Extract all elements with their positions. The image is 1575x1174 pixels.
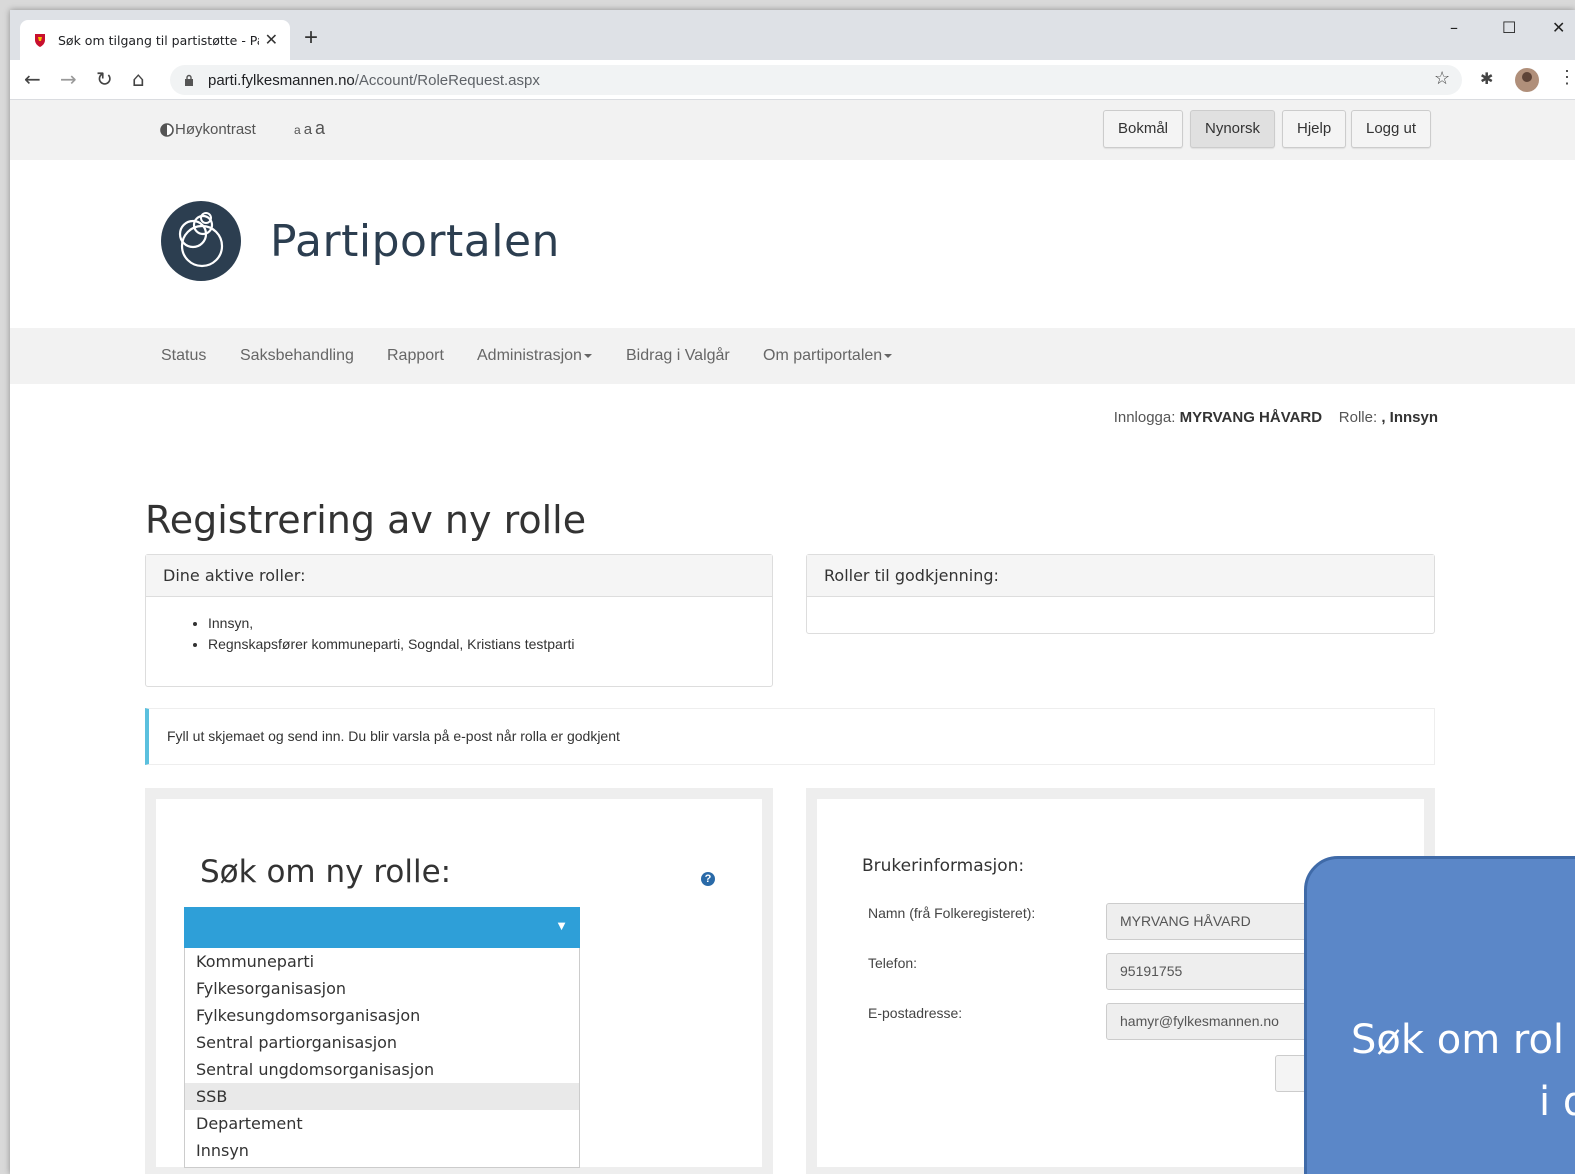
pending-roles-heading: Roller til godkjenning: [807, 555, 1434, 597]
nav-item-administrasjon-label: Administrasjon [477, 347, 582, 364]
reload-icon[interactable]: ↻ [96, 66, 113, 92]
new-tab-icon[interactable]: + [304, 24, 318, 52]
browser-tab[interactable]: Søk om tilgang til partistøtte - Pa ✕ [20, 20, 290, 60]
tab-strip: Søk om tilgang til partistøtte - Pa ✕ + … [10, 10, 1575, 60]
help-button[interactable]: Hjelp [1282, 110, 1347, 148]
nav-item-administrasjon[interactable]: Administrasjon [477, 347, 592, 365]
nynorsk-button[interactable]: Nynorsk [1190, 110, 1276, 148]
callout-shape: Søk om rol i d [1304, 856, 1575, 1174]
lock-icon [185, 74, 193, 86]
page-title: Registrering av ny rolle [145, 498, 587, 542]
nav-item-rapport[interactable]: Rapport [387, 347, 444, 365]
browser-window: Søk om tilgang til partistøtte - Pa ✕ + … [10, 10, 1575, 1174]
option-ssb[interactable]: SSB [185, 1083, 579, 1110]
main-nav: Status Saksbehandling Rapport Administra… [10, 328, 1575, 384]
font-size-large[interactable]: a [315, 118, 325, 138]
address-bar[interactable]: parti.fylkesmannen.no/Account/RoleReques… [170, 65, 1462, 95]
contrast-icon [160, 122, 174, 137]
font-size-medium[interactable]: a [304, 121, 312, 138]
partiportalen-logo-icon [161, 201, 241, 281]
minimize-icon[interactable]: – [1450, 18, 1458, 37]
home-icon[interactable]: ⌂ [132, 66, 145, 92]
option-fylkesorganisasjon[interactable]: Fylkesorganisasjon [185, 975, 579, 1002]
info-alert: Fyll ut skjemaet og send inn. Du blir va… [145, 708, 1435, 765]
nav-item-bidrag[interactable]: Bidrag i Valgår [626, 347, 730, 365]
option-sentral-partiorganisasjon[interactable]: Sentral partiorganisasjon [185, 1029, 579, 1056]
extensions-icon[interactable]: ✱ [1480, 69, 1493, 88]
login-user: MYRVANG HÅVARD [1179, 409, 1323, 426]
tab-title: Søk om tilgang til partistøtte - Pa [58, 32, 259, 48]
dropdown-arrow-icon: ▼ [555, 918, 568, 933]
tab-close-icon[interactable]: ✕ [265, 30, 278, 50]
nav-item-om-partiportalen[interactable]: Om partiportalen [763, 347, 893, 365]
utility-bar: Høykontrast aaa Bokmål Nynorsk Hjelp Log… [10, 100, 1575, 160]
high-contrast-toggle[interactable]: Høykontrast [160, 121, 256, 138]
list-item: Innsyn, [208, 615, 772, 631]
nav-item-om-label: Om partiportalen [763, 347, 883, 364]
font-size-controls: aaa [294, 118, 328, 139]
request-title: Søk om ny rolle: [200, 854, 452, 890]
active-roles-list: Innsyn, Regnskapsfører kommuneparti, Sog… [208, 615, 772, 652]
url-path: /Account/RoleRequest.aspx [354, 71, 540, 89]
login-info: Innlogga: MYRVANG HÅVARD Rolle: , Innsyn [1114, 409, 1438, 426]
coat-of-arms-icon [35, 34, 45, 47]
font-size-small[interactable]: a [294, 123, 301, 137]
browser-toolbar: ← → ↻ ⌂ parti.fylkesmannen.no/Account/Ro… [10, 60, 1575, 100]
profile-avatar[interactable] [1515, 68, 1539, 92]
brand[interactable]: Partiportalen [160, 200, 560, 282]
role-type-select[interactable]: ▼ [184, 907, 580, 948]
back-icon[interactable]: ← [24, 66, 41, 92]
role-label: Rolle: [1338, 409, 1378, 426]
userinfo-title: Brukerinformasjon: [862, 856, 1025, 876]
option-departement[interactable]: Departement [185, 1110, 579, 1137]
option-fylkesungdomsorganisasjon[interactable]: Fylkesungdomsorganisasjon [185, 1002, 579, 1029]
forward-icon[interactable]: → [60, 66, 77, 92]
bookmark-star-icon[interactable]: ☆ [1434, 68, 1450, 89]
active-roles-panel: Dine aktive roller: Innsyn, Regnskapsfør… [145, 554, 773, 687]
list-item: Regnskapsfører kommuneparti, Sogndal, Kr… [208, 636, 772, 652]
pending-roles-panel: Roller til godkjenning: [806, 554, 1435, 634]
logout-button[interactable]: Logg ut [1351, 110, 1432, 148]
callout-text-line1: Søk om rol [1351, 1017, 1565, 1063]
role-value: , Innsyn [1381, 409, 1438, 426]
help-icon[interactable]: ? [701, 872, 715, 886]
phone-label: Telefon: [868, 955, 918, 971]
nav-item-status[interactable]: Status [161, 347, 206, 365]
nav-item-saksbehandling[interactable]: Saksbehandling [240, 347, 354, 365]
login-prefix: Innlogga: [1113, 409, 1176, 426]
menu-kebab-icon[interactable]: ⋮ [1558, 67, 1575, 88]
email-label: E-postadresse: [868, 1005, 963, 1021]
callout-text-line2: i d [1539, 1079, 1575, 1125]
url-host: parti.fylkesmannen.no [208, 71, 355, 89]
high-contrast-label: Høykontrast [175, 121, 256, 138]
active-roles-heading: Dine aktive roller: [146, 555, 772, 597]
maximize-icon[interactable]: ☐ [1502, 18, 1516, 37]
option-innsyn[interactable]: Innsyn [185, 1137, 579, 1164]
window-close-icon[interactable]: ✕ [1552, 18, 1565, 37]
role-type-options: Kommuneparti Fylkesorganisasjon Fylkesun… [184, 948, 580, 1168]
name-label: Namn (frå Folkeregisteret): [868, 905, 1036, 921]
caret-down-icon [884, 353, 893, 358]
caret-down-icon [583, 353, 592, 358]
option-sentral-ungdomsorganisasjon[interactable]: Sentral ungdomsorganisasjon [185, 1056, 579, 1083]
option-kommuneparti[interactable]: Kommuneparti [185, 948, 579, 975]
bokmal-button[interactable]: Bokmål [1103, 110, 1184, 148]
site-title: Partiportalen [270, 215, 560, 267]
